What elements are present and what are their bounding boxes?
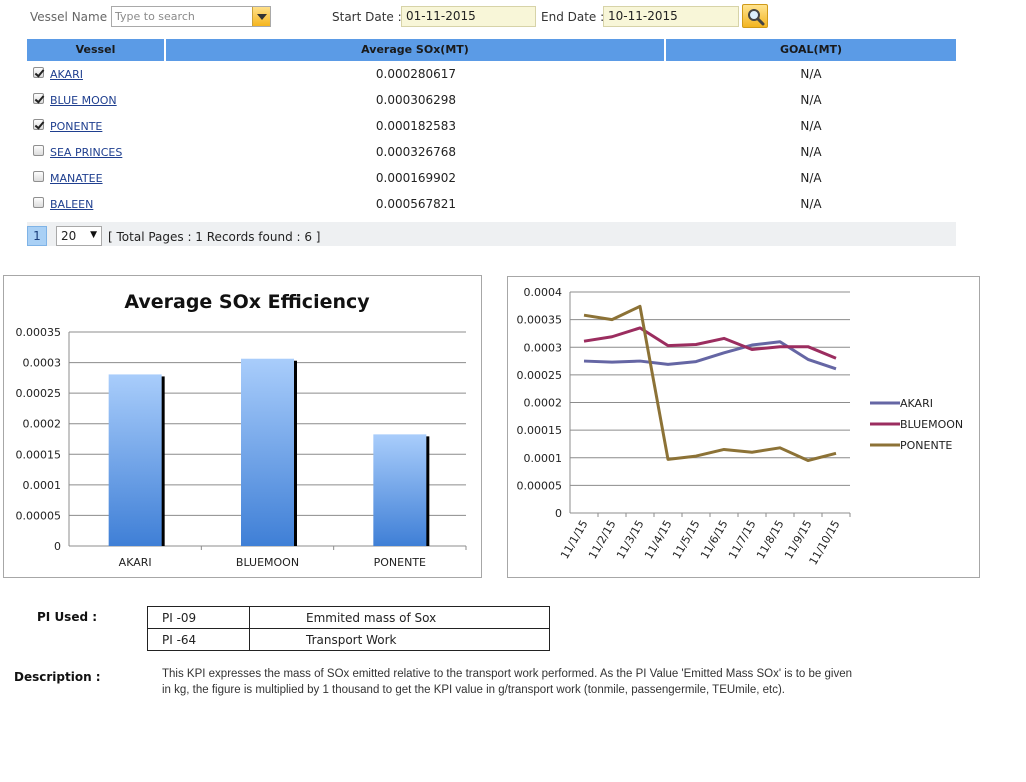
table-row: SEA PRINCES 0.000326768 N/A: [27, 139, 956, 165]
pi-used-label: PI Used :: [37, 610, 98, 624]
y-tick-label: 0.00025: [517, 369, 563, 382]
pi-description: Transport Work: [249, 628, 550, 651]
vessel-link[interactable]: SEA PRINCES: [50, 146, 122, 159]
table-row: PONENTE 0.000182583 N/A: [27, 113, 956, 139]
bar: [373, 434, 427, 546]
end-date-field[interactable]: 10-11-2015: [603, 6, 739, 27]
pi-code: PI -09: [147, 606, 250, 629]
y-tick-label: 0: [54, 540, 61, 553]
vessel-checkbox[interactable]: [33, 67, 44, 78]
pager-info: [ Total Pages : 1 Records found : 6 ]: [108, 230, 321, 244]
vessel-cell: SEA PRINCES: [27, 139, 166, 165]
x-tick-label: BLUEMOON: [236, 556, 299, 569]
chevron-down-icon[interactable]: [252, 7, 270, 26]
vessel-link[interactable]: AKARI: [50, 68, 83, 81]
y-tick-label: 0.00035: [16, 326, 62, 339]
y-tick-label: 0: [555, 507, 562, 520]
vessel-link[interactable]: PONENTE: [50, 120, 102, 133]
description-text: This KPI expresses the mass of SOx emitt…: [162, 668, 852, 696]
header-goal[interactable]: GOAL(MT): [666, 39, 956, 61]
goal-cell: N/A: [800, 93, 822, 107]
vessel-search-combobox[interactable]: Type to search: [111, 6, 271, 27]
y-tick-label: 0.0003: [23, 357, 62, 370]
y-tick-label: 0.00025: [16, 387, 62, 400]
vessel-name-label: Vessel Name :: [30, 10, 115, 24]
vessel-checkbox[interactable]: [33, 171, 44, 182]
vessel-link[interactable]: BLUE MOON: [50, 94, 117, 107]
table-row: PI -09 Emmited mass of Sox: [147, 606, 550, 629]
grid-header: Vessel Average SOx(MT) GOAL(MT): [27, 39, 956, 61]
vessel-cell: BLUE MOON: [27, 87, 166, 113]
description-label: Description :: [14, 670, 101, 684]
header-vessel[interactable]: Vessel: [27, 39, 166, 61]
series-line-ponente: [583, 304, 837, 463]
end-date-label: End Date :: [541, 10, 605, 24]
bar-chart-panel: Average SOx Efficiency 0 0.00005 0.0001 0.00…: [3, 275, 482, 578]
vessel-cell: PONENTE: [27, 113, 166, 139]
y-tick-label: 0.00005: [517, 479, 563, 492]
legend-label: PONENTE: [900, 439, 952, 452]
x-tick-label: PONENTE: [374, 556, 426, 569]
average-sox-cell: 0.000326768: [375, 145, 457, 159]
bar: [241, 358, 294, 546]
average-sox-cell: 0.000280617: [375, 67, 457, 81]
page-number-button[interactable]: 1: [27, 226, 47, 246]
search-icon: [748, 9, 765, 26]
vessel-cell: AKARI: [27, 61, 166, 87]
chart-title: Average SOx Efficiency: [124, 291, 370, 313]
average-sox-cell: 0.000182583: [375, 119, 457, 133]
bar-chart: Average SOx Efficiency 0 0.00005 0.0001 0.00…: [16, 291, 467, 569]
y-tick-label: 0.00015: [16, 448, 62, 461]
average-sox-cell: 0.000306298: [375, 93, 457, 107]
vessel-cell: MANATEE: [27, 165, 166, 191]
vessel-cell: BALEEN: [27, 191, 166, 217]
pi-description: Emmited mass of Sox: [249, 606, 550, 629]
start-date-field[interactable]: 01-11-2015: [401, 6, 536, 27]
table-row: BALEEN 0.000567821 N/A: [27, 191, 956, 217]
average-sox-cell: 0.000169902: [375, 171, 457, 185]
table-row: MANATEE 0.000169902 N/A: [27, 165, 956, 191]
start-date-label: Start Date :: [332, 10, 402, 24]
vessel-checkbox[interactable]: [33, 93, 44, 104]
y-tick-label: 0.00015: [517, 424, 563, 437]
search-button[interactable]: [742, 4, 768, 28]
average-sox-cell: 0.000567821: [375, 197, 457, 211]
x-tick-label: AKARI: [119, 556, 152, 569]
legend-label: BLUEMOON: [900, 418, 963, 431]
y-tick-label: 0.0001: [524, 452, 563, 465]
y-tick-label: 0.0004: [524, 286, 563, 299]
y-tick-label: 0.0001: [23, 479, 62, 492]
y-tick-label: 0.0003: [524, 341, 563, 354]
goal-cell: N/A: [800, 119, 822, 133]
vessel-checkbox[interactable]: [33, 197, 44, 208]
y-tick-label: 0.0002: [23, 418, 62, 431]
goal-cell: N/A: [800, 67, 822, 81]
goal-cell: N/A: [800, 171, 822, 185]
vessel-checkbox[interactable]: [33, 145, 44, 156]
line-chart: 0 0.00005 0.0001 0.00015 0.0002 0.00025 0.0003…: [517, 286, 964, 567]
table-row: AKARI 0.000280617 N/A: [27, 61, 956, 87]
pi-table: PI -09 Emmited mass of Sox PI -64 Transp…: [147, 606, 550, 651]
y-tick-label: 0.00005: [16, 509, 62, 522]
page-size-select[interactable]: 20: [56, 226, 102, 246]
legend-label: AKARI: [900, 397, 933, 410]
goal-cell: N/A: [800, 145, 822, 159]
vessel-search-placeholder: Type to search: [115, 10, 195, 23]
header-average-sox[interactable]: Average SOx(MT): [166, 39, 666, 61]
line-chart-panel: 0 0.00005 0.0001 0.00015 0.0002 0.00025 0.0003…: [507, 276, 980, 578]
vessel-checkbox[interactable]: [33, 119, 44, 130]
table-row: BLUE MOON 0.000306298 N/A: [27, 87, 956, 113]
vessel-link[interactable]: BALEEN: [50, 198, 93, 211]
y-tick-label: 0.0002: [524, 397, 563, 410]
table-row: PI -64 Transport Work: [147, 628, 550, 651]
y-tick-label: 0.00035: [517, 314, 563, 327]
vessel-link[interactable]: MANATEE: [50, 172, 103, 185]
goal-cell: N/A: [800, 197, 822, 211]
pi-code: PI -64: [147, 628, 250, 651]
bar: [108, 374, 162, 546]
